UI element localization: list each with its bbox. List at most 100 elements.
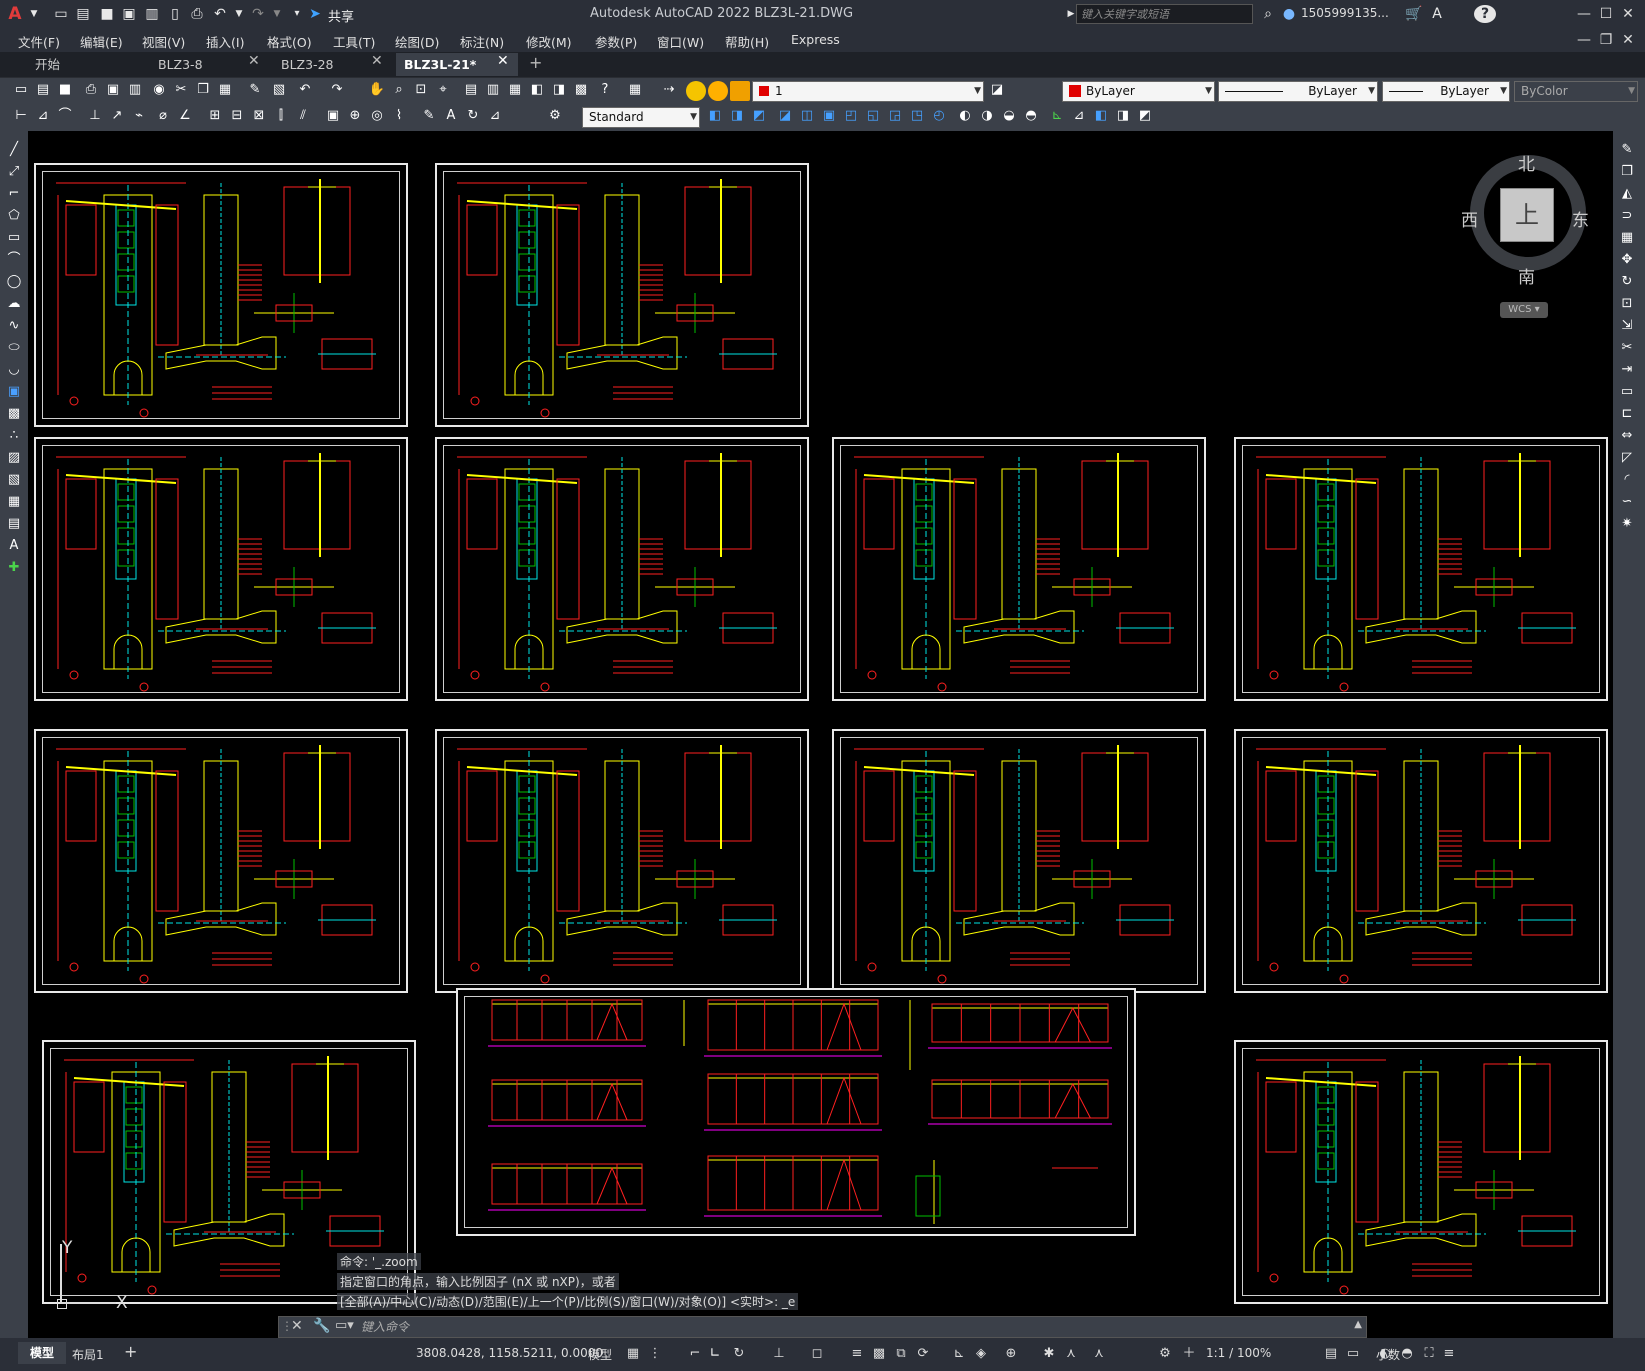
transparency-icon[interactable]: ▩ bbox=[870, 1345, 888, 1363]
properties-icon[interactable]: ▤ bbox=[462, 81, 480, 99]
app-menu-chevron-icon[interactable]: ▼ bbox=[25, 5, 43, 23]
lineweight-select[interactable]: ByLayer ▼ bbox=[1382, 81, 1510, 102]
design-center-icon[interactable]: ▥ bbox=[484, 81, 502, 99]
menu-modify[interactable]: 修改(M) bbox=[526, 32, 572, 51]
layer-on-icon[interactable] bbox=[686, 81, 706, 101]
search-icon[interactable]: ⌕ bbox=[1259, 5, 1277, 23]
join-icon[interactable]: ⇔ bbox=[1618, 427, 1636, 445]
construction-line-icon[interactable]: ⤢ bbox=[5, 163, 23, 181]
layer-select[interactable]: 1 ▼ bbox=[752, 81, 984, 102]
gradient-icon[interactable]: ▧ bbox=[5, 471, 23, 489]
pan-icon[interactable]: ✋ bbox=[368, 81, 386, 99]
view-top-icon[interactable]: ◧ bbox=[706, 107, 724, 125]
web-save-icon[interactable]: ▥ bbox=[143, 5, 161, 23]
dim-style-manager-icon[interactable]: ⚙ bbox=[546, 107, 564, 125]
units-select[interactable]: 小数 bbox=[1376, 1346, 1400, 1363]
hardware-accel-icon[interactable]: ◓ bbox=[1398, 1345, 1416, 1363]
polyline-icon[interactable]: ⌐ bbox=[5, 185, 23, 203]
insert-block-icon[interactable]: ▣ bbox=[5, 383, 23, 401]
visual-style-4-icon[interactable]: ◓ bbox=[1022, 107, 1040, 125]
diameter-icon[interactable]: ⌀ bbox=[154, 107, 172, 125]
tool-palettes-icon[interactable]: ▦ bbox=[506, 81, 524, 99]
erase-icon[interactable]: ✎ bbox=[1618, 141, 1636, 159]
customize-icon[interactable]: ≡ bbox=[1440, 1345, 1458, 1363]
quick-properties-icon[interactable]: ▤ bbox=[1322, 1345, 1340, 1363]
selection-cycling-icon[interactable]: ⧉ bbox=[892, 1345, 910, 1363]
undo-icon[interactable]: ↶ bbox=[296, 81, 314, 99]
trim-icon[interactable]: ✂ bbox=[1618, 339, 1636, 357]
drawing-sheet-1[interactable] bbox=[34, 163, 408, 427]
command-line-customize-icon[interactable]: 🔧 bbox=[313, 1318, 330, 1334]
drawing-sheet-10[interactable] bbox=[1234, 729, 1608, 993]
point-icon[interactable]: ∴ bbox=[5, 427, 23, 445]
drawing-sheet-2[interactable] bbox=[435, 163, 809, 427]
command-line-expand-icon[interactable]: ▲ bbox=[1354, 1319, 1362, 1330]
angular-icon[interactable]: ∠ bbox=[176, 107, 194, 125]
open-icon[interactable]: ▤ bbox=[34, 81, 52, 99]
view-bottom-icon[interactable]: ◨ bbox=[728, 107, 746, 125]
center-mark-icon[interactable]: ⊕ bbox=[346, 107, 364, 125]
blend-curves-icon[interactable]: ∽ bbox=[1618, 493, 1636, 511]
view-ne-icon[interactable]: ◲ bbox=[886, 107, 904, 125]
markup-icon[interactable]: ◨ bbox=[550, 81, 568, 99]
aligned-dim-icon[interactable]: ⊿ bbox=[34, 107, 52, 125]
help-icon[interactable]: ? bbox=[1474, 5, 1496, 23]
cut-icon[interactable]: ✂ bbox=[172, 81, 190, 99]
recent-commands-icon[interactable]: ▭▾ bbox=[335, 1318, 354, 1333]
copy-object-icon[interactable]: ❐ bbox=[1618, 163, 1636, 181]
viewcube-top-face[interactable]: 上 bbox=[1500, 188, 1554, 242]
view-se-icon[interactable]: ◱ bbox=[864, 107, 882, 125]
menu-dimension[interactable]: 标注(N) bbox=[460, 32, 504, 51]
undo-dropdown-icon[interactable]: ▼ bbox=[230, 5, 248, 23]
quick-dim-icon[interactable]: ⊞ bbox=[206, 107, 224, 125]
drawing-sheet-4[interactable] bbox=[435, 437, 809, 701]
visual-style-3-icon[interactable]: ◒ bbox=[1000, 107, 1018, 125]
line-icon[interactable]: ╱ bbox=[5, 141, 23, 159]
break-icon[interactable]: ⊏ bbox=[1618, 405, 1636, 423]
dynamic-ucs-icon[interactable]: ⊾ bbox=[950, 1345, 968, 1363]
array-icon[interactable]: ▦ bbox=[1618, 229, 1636, 247]
revision-cloud-icon[interactable]: ☁ bbox=[5, 295, 23, 313]
annotation-visibility-icon[interactable]: ✱ bbox=[1040, 1345, 1058, 1363]
annotation-scale[interactable]: 1:1 / 100% bbox=[1206, 1346, 1271, 1360]
snap-icon[interactable]: ⋮ bbox=[646, 1345, 664, 1363]
ellipse-icon[interactable]: ⬭ bbox=[5, 339, 23, 357]
break-at-point-icon[interactable]: ▭ bbox=[1618, 383, 1636, 401]
jogged-icon[interactable]: ⌁ bbox=[130, 107, 148, 125]
add-layout-plus-icon[interactable]: + bbox=[124, 1342, 137, 1361]
plot-preview-icon[interactable]: ▣ bbox=[104, 81, 122, 99]
annotation-scale-icon-icon[interactable]: ⋏ bbox=[1090, 1345, 1108, 1363]
zoom-window-icon[interactable]: ⊡ bbox=[412, 81, 430, 99]
publish-icon[interactable]: ▥ bbox=[126, 81, 144, 99]
auto-scale-icon[interactable]: ⋏ bbox=[1062, 1345, 1080, 1363]
redo-dropdown-icon[interactable]: ▼ bbox=[268, 5, 286, 23]
clean-screen-icon[interactable]: ⛶ bbox=[1420, 1345, 1438, 1363]
tab-blz3-28-close-icon[interactable]: ✕ bbox=[371, 53, 383, 69]
ucs-world-icon[interactable]: ⊿ bbox=[1070, 107, 1088, 125]
viewcube-east-label[interactable]: 东 bbox=[1572, 206, 1589, 231]
dim-text-edit-icon[interactable]: A bbox=[442, 107, 460, 125]
block-editor-icon[interactable]: ▧ bbox=[270, 81, 288, 99]
visual-style-2-icon[interactable]: ◑ bbox=[978, 107, 996, 125]
paste-icon[interactable]: ▦ bbox=[216, 81, 234, 99]
doc-close-icon[interactable]: ✕ bbox=[1617, 29, 1639, 51]
annotation-monitor-icon[interactable]: ＋ bbox=[1180, 1345, 1198, 1363]
command-input[interactable]: 键入命令 bbox=[361, 1319, 1356, 1335]
drawing-sheet-3[interactable] bbox=[34, 437, 408, 701]
object-snap-icon[interactable]: ◻ bbox=[808, 1345, 826, 1363]
workspace-icon[interactable]: ⚙ bbox=[1156, 1345, 1174, 1363]
linear-dim-icon[interactable]: ⊢ bbox=[12, 107, 30, 125]
model-space-toggle[interactable]: 模型 bbox=[588, 1346, 612, 1363]
circle-icon[interactable]: ◯ bbox=[5, 273, 23, 291]
ucs-icon[interactable]: ⊾ bbox=[1048, 107, 1066, 125]
tab-model[interactable]: 模型 bbox=[18, 1342, 66, 1364]
tab-layout1[interactable]: 布局1 bbox=[72, 1346, 104, 1363]
view-left-icon[interactable]: ◩ bbox=[750, 107, 768, 125]
layer-lock-icon[interactable] bbox=[730, 81, 750, 101]
new-file-icon[interactable]: ▭ bbox=[52, 5, 70, 23]
wcs-menu[interactable]: WCS ▾ bbox=[1500, 302, 1548, 318]
explode-icon[interactable]: ✷ bbox=[1618, 515, 1636, 533]
gizmo-icon[interactable]: ⊕ bbox=[1002, 1345, 1020, 1363]
plot-icon[interactable]: ⎙ bbox=[82, 81, 100, 99]
offset-icon[interactable]: ⊃ bbox=[1618, 207, 1636, 225]
